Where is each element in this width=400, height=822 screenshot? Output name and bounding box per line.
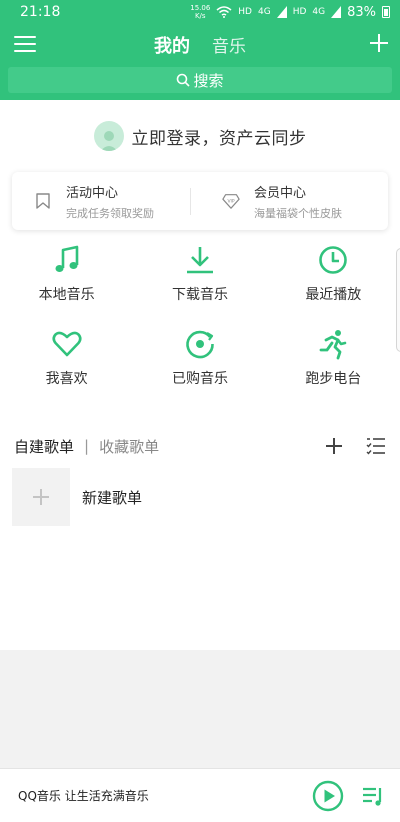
search-label: 搜索	[193, 71, 224, 90]
bookmark-icon	[36, 193, 50, 209]
empty-area	[0, 650, 400, 768]
playlist-queue-icon[interactable]	[362, 785, 384, 807]
battery-percent: 83%	[347, 4, 376, 20]
hd-label-2: HD	[292, 7, 307, 17]
login-text: 立即登录，资产云同步	[131, 128, 307, 149]
network-speed: 15.06 K/s	[190, 4, 210, 20]
new-playlist-label: 新建歌单	[82, 488, 143, 507]
grid-label: 我喜欢	[45, 371, 88, 387]
grid-label: 下载音乐	[171, 287, 228, 303]
search-icon	[177, 73, 191, 87]
mini-player[interactable]: QQ音乐 让生活充满音乐	[0, 768, 400, 822]
wifi-icon	[216, 6, 232, 18]
list-manage-icon[interactable]	[366, 437, 386, 455]
promo-title: 活动中心	[66, 185, 119, 201]
search-bar[interactable]: 搜索	[8, 67, 392, 93]
add-playlist-button[interactable]	[326, 438, 342, 454]
new-playlist-plus-icon	[12, 468, 70, 526]
promo-title: 会员中心	[254, 185, 307, 201]
purchased-disc-icon	[186, 330, 214, 359]
grid-item-favorites[interactable]: 我喜欢	[0, 328, 133, 412]
signal-icon-2	[331, 6, 342, 18]
tab-separator: |	[84, 437, 90, 455]
app-header: 我的 音乐 搜索	[0, 24, 400, 100]
vip-diamond-icon: VIP	[222, 194, 240, 209]
header-tabs: 我的 音乐	[0, 32, 400, 58]
grid-label: 已购音乐	[171, 371, 228, 387]
svg-text:VIP: VIP	[227, 198, 234, 204]
signal-type-1: 4G	[257, 7, 271, 17]
promo-card: 活动中心 完成任务领取奖励 VIP 会员中心 海量福袋个性皮肤	[12, 172, 388, 230]
grid-item-local-music[interactable]: 本地音乐	[0, 244, 133, 328]
signal-type-2: 4G	[312, 7, 326, 17]
user-icon	[100, 131, 117, 151]
hd-label-1: HD	[238, 7, 252, 17]
side-drawer-handle[interactable]	[396, 248, 400, 352]
tab-music[interactable]: 音乐	[212, 32, 246, 58]
promo-subtitle: 海量福袋个性皮肤	[254, 206, 342, 220]
promo-texts: 活动中心 完成任务领取奖励	[66, 182, 154, 221]
tab-collected-playlists[interactable]: 收藏歌单	[99, 436, 159, 457]
battery-icon	[382, 6, 390, 18]
playlist-header: 自建歌单 | 收藏歌单	[0, 434, 400, 458]
signal-icon-1	[276, 6, 287, 18]
tab-created-playlists[interactable]: 自建歌单	[14, 436, 74, 457]
login-prompt[interactable]: 立即登录，资产云同步	[0, 100, 400, 172]
grid-item-purchased[interactable]: 已购音乐	[133, 328, 266, 412]
avatar	[93, 121, 124, 151]
grid-item-running-radio[interactable]: 跑步电台	[267, 328, 400, 412]
new-playlist-item[interactable]: 新建歌单	[0, 468, 400, 526]
play-icon[interactable]	[312, 780, 344, 812]
network-speed-unit: K/s	[194, 12, 206, 20]
player-text: QQ音乐 让生活充满音乐	[18, 789, 149, 803]
network-speed-value: 15.06	[190, 4, 211, 12]
status-indicators: 15.06 K/s HD 4G HD 4G 83%	[190, 4, 390, 20]
grid-label: 跑步电台	[305, 371, 362, 387]
status-time: 21:18	[20, 4, 61, 20]
clock-icon	[319, 246, 348, 274]
download-icon	[186, 247, 213, 274]
status-bar: 21:18 15.06 K/s HD 4G HD 4G 83%	[0, 0, 400, 24]
playlist-actions	[326, 437, 386, 455]
promo-subtitle: 完成任务领取奖励	[66, 206, 154, 220]
feature-grid: 本地音乐 下载音乐 最近播放 我喜欢 已购音乐 跑步电台	[0, 244, 400, 412]
music-note-icon	[55, 245, 78, 272]
tab-mine[interactable]: 我的	[154, 32, 190, 58]
vip-center[interactable]: VIP 会员中心 海量福袋个性皮肤	[190, 182, 388, 221]
grid-item-downloads[interactable]: 下载音乐	[133, 244, 266, 328]
activity-center[interactable]: 活动中心 完成任务领取奖励	[12, 182, 200, 221]
heart-icon	[52, 331, 82, 357]
grid-item-recent[interactable]: 最近播放	[267, 244, 400, 328]
running-icon	[319, 330, 347, 360]
promo-texts: 会员中心 海量福袋个性皮肤	[254, 182, 342, 221]
grid-label: 最近播放	[305, 287, 362, 303]
grid-label: 本地音乐	[38, 287, 95, 303]
add-button[interactable]	[370, 34, 388, 52]
